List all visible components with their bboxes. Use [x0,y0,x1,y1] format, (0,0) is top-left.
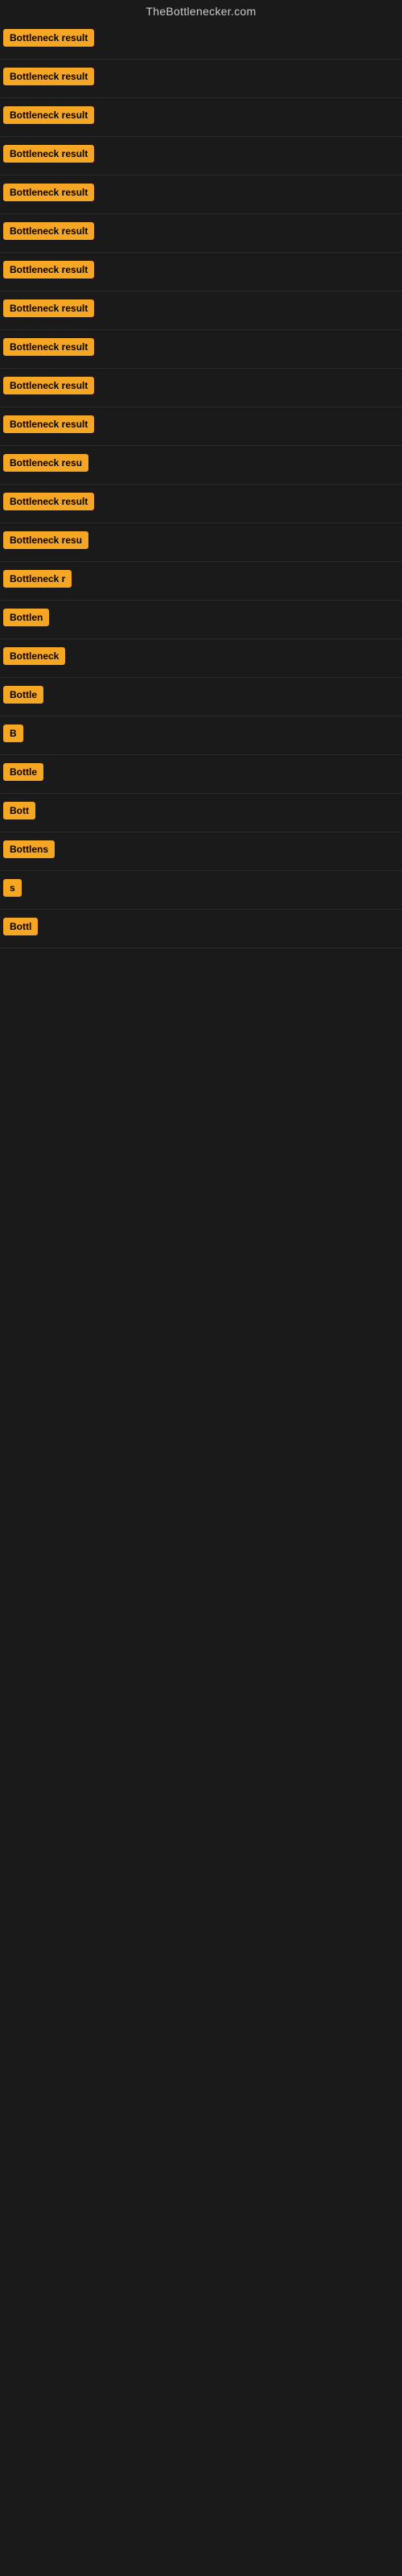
bottleneck-result-badge[interactable]: Bottlen [3,609,49,626]
bottleneck-result-badge[interactable]: Bottleneck result [3,261,94,279]
bottleneck-result-badge[interactable]: Bottleneck [3,647,65,665]
bottleneck-result-badge[interactable]: Bottleneck result [3,493,94,510]
result-row: Bottleneck result [0,253,402,291]
result-row: Bott [0,794,402,832]
result-row: Bottleneck result [0,214,402,253]
result-row: Bottleneck result [0,175,402,214]
bottleneck-result-badge[interactable]: Bottleneck result [3,106,94,124]
result-row: Bottleneck result [0,137,402,175]
page-wrapper: TheBottlenecker.com Bottleneck resultBot… [0,0,402,948]
result-row: Bottleneck result [0,485,402,523]
result-row: Bottlen [0,601,402,639]
bottleneck-result-badge[interactable]: Bottlens [3,840,55,858]
bottleneck-result-badge[interactable]: Bottleneck result [3,145,94,163]
bottleneck-result-badge[interactable]: Bottl [3,918,38,935]
result-row: Bottleneck result [0,330,402,369]
result-row: Bottleneck result [0,291,402,330]
bottleneck-result-badge[interactable]: Bottleneck resu [3,454,88,472]
bottleneck-result-badge[interactable]: s [3,879,22,897]
result-row: Bottleneck resu [0,523,402,562]
result-row: s [0,871,402,910]
bottleneck-result-badge[interactable]: Bottleneck result [3,415,94,433]
result-row: Bottleneck resu [0,446,402,485]
bottleneck-result-badge[interactable]: Bottle [3,686,43,704]
result-row: Bottleneck result [0,21,402,60]
result-row: B [0,716,402,755]
result-row: Bottl [0,910,402,948]
bottleneck-result-badge[interactable]: Bottleneck r [3,570,72,588]
result-row: Bottleneck [0,639,402,678]
result-row: Bottleneck result [0,407,402,446]
result-row: Bottleneck r [0,562,402,601]
bottleneck-result-badge[interactable]: Bottleneck result [3,299,94,317]
bottleneck-result-badge[interactable]: Bott [3,802,35,819]
bottleneck-result-badge[interactable]: Bottle [3,763,43,781]
bottleneck-result-badge[interactable]: Bottleneck result [3,338,94,356]
result-row: Bottlens [0,832,402,871]
result-row: Bottle [0,755,402,794]
bottleneck-result-badge[interactable]: Bottleneck result [3,29,94,47]
bottleneck-result-badge[interactable]: Bottleneck result [3,222,94,240]
result-row: Bottleneck result [0,369,402,407]
result-row: Bottleneck result [0,98,402,137]
bottleneck-result-badge[interactable]: Bottleneck result [3,377,94,394]
bottleneck-result-badge[interactable]: B [3,724,23,742]
result-row: Bottle [0,678,402,716]
bottleneck-result-badge[interactable]: Bottleneck result [3,68,94,85]
bottleneck-result-badge[interactable]: Bottleneck resu [3,531,88,549]
bottleneck-result-badge[interactable]: Bottleneck result [3,184,94,201]
site-title: TheBottlenecker.com [0,0,402,21]
results-list: Bottleneck result Bottleneck result Bottle… [0,21,402,948]
result-row: Bottleneck result [0,60,402,98]
